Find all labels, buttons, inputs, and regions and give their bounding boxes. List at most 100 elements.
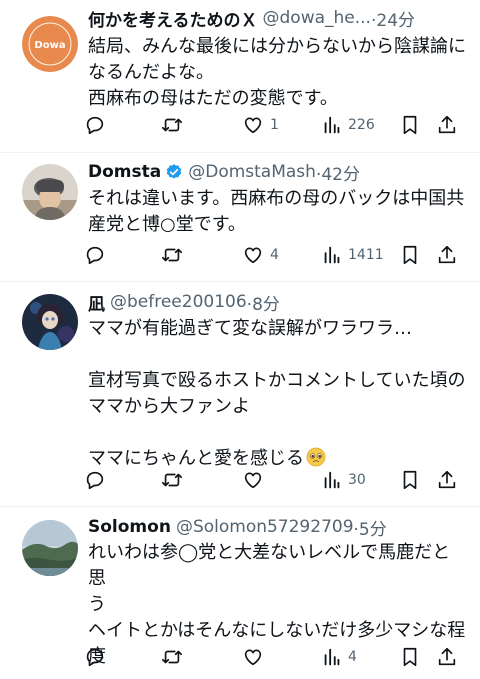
avatar[interactable]: [22, 520, 78, 576]
avatar[interactable]: [22, 164, 78, 220]
tweet-text: 結局、みんな最後には分からないから陰謀論に なるんだよな。 西麻布の母はただの変…: [88, 34, 466, 112]
share-icon: [438, 115, 456, 134]
reply-button[interactable]: [84, 644, 112, 670]
like-button[interactable]: 4: [242, 242, 279, 268]
repost-button[interactable]: [160, 644, 190, 670]
tweet-header: Solomon @Solomon57292709 ·5分: [88, 515, 468, 539]
view-count: 1411: [348, 247, 384, 263]
tweet-header: 何かを考えるためのＸ @dowa_he... ·24分: [88, 6, 468, 30]
reply-icon: [86, 471, 104, 490]
heart-icon: [244, 649, 262, 666]
tweet-header: 凪 @befree200106 ·8分: [88, 290, 468, 314]
views-button[interactable]: 226: [322, 112, 375, 138]
display-name[interactable]: Solomon: [88, 517, 171, 537]
like-button[interactable]: 1: [242, 112, 279, 138]
tweet-line: ママにちゃんと愛を感じる: [88, 448, 304, 469]
bookmark-button[interactable]: [400, 112, 420, 138]
user-handle[interactable]: @DomstaMash: [188, 162, 316, 182]
divider: [0, 506, 480, 507]
timestamp[interactable]: ·8分: [247, 290, 280, 315]
avatar-logo-text: Dowa: [34, 40, 65, 51]
share-button[interactable]: [436, 242, 458, 268]
display-name[interactable]: 何かを考えるためのＸ: [88, 6, 258, 31]
views-icon: [324, 116, 340, 134]
tweet-line: なるんだよな。: [88, 62, 214, 83]
views-button[interactable]: 4: [322, 644, 357, 670]
tweet-text: それは違います。西麻布の母のバックは中国共 産党と博○堂です。: [88, 186, 466, 238]
divider: [0, 152, 480, 153]
tweet-actions: 4 1411: [84, 242, 464, 268]
repost-icon: [162, 473, 182, 487]
tweet-line: ママが有能過ぎて変な誤解がワラワラ…: [88, 318, 412, 339]
views-button[interactable]: 1411: [322, 242, 384, 268]
display-name[interactable]: Domsta: [88, 162, 161, 182]
reply-icon: [86, 116, 104, 135]
display-name[interactable]: 凪: [88, 290, 105, 315]
timestamp[interactable]: ·42分: [316, 160, 360, 185]
view-count: 4: [348, 649, 357, 665]
verified-badge-icon: [166, 164, 182, 179]
like-button[interactable]: [242, 644, 270, 670]
tweet-line: それは違います。西麻布の母のバックは中国共: [88, 188, 465, 209]
repost-icon: [162, 650, 182, 664]
tweet-actions: 30: [84, 467, 464, 493]
views-icon: [324, 246, 340, 264]
timeline-feed: Dowa 何かを考えるためのＸ @dowa_he... ·24分 結局、みんな最…: [0, 0, 480, 679]
tweet-line: ヘイトとかはそんなにしないだけ多少マシな程: [88, 620, 466, 641]
heart-icon: [244, 472, 262, 489]
tweet-line: 西麻布の母はただの変態です。: [88, 88, 338, 109]
divider: [0, 281, 480, 282]
like-button[interactable]: [242, 467, 270, 493]
reply-button[interactable]: [84, 467, 112, 493]
tweet-actions: 4: [84, 644, 464, 670]
tweet-line: 結局、みんな最後には分からないから陰謀論に: [88, 36, 466, 57]
bookmark-icon: [403, 647, 417, 667]
share-button[interactable]: [436, 467, 458, 493]
views-icon: [324, 471, 340, 489]
tweet-line: 産党と博○堂です。: [88, 214, 246, 235]
heart-icon: [244, 247, 262, 264]
repost-button[interactable]: [160, 242, 190, 268]
share-button[interactable]: [436, 112, 458, 138]
share-button[interactable]: [436, 644, 458, 670]
bookmark-button[interactable]: [400, 644, 420, 670]
like-count: 4: [270, 247, 279, 263]
tweet-line: 宣材写真で殴るホストかコメントしていた頃の: [88, 370, 466, 391]
user-handle[interactable]: @befree200106: [110, 292, 247, 312]
tweet-line: ママから大ファンよ: [88, 396, 250, 417]
share-icon: [438, 245, 456, 264]
timestamp[interactable]: ·24分: [371, 6, 415, 31]
repost-button[interactable]: [160, 467, 190, 493]
tweet-actions: 1 226: [84, 112, 464, 138]
avatar[interactable]: Dowa: [22, 16, 78, 72]
views-button[interactable]: 30: [322, 467, 366, 493]
reply-button[interactable]: [84, 112, 112, 138]
repost-icon: [162, 118, 182, 132]
reply-icon: [86, 648, 104, 667]
bookmark-icon: [403, 470, 417, 490]
pleading-face-emoji: [306, 447, 326, 467]
share-icon: [438, 470, 456, 489]
view-count: 30: [348, 472, 366, 488]
tweet-header: Domsta @DomstaMash ·42分: [88, 160, 468, 184]
view-count: 226: [348, 117, 375, 133]
bookmark-icon: [403, 245, 417, 265]
repost-icon: [162, 248, 182, 262]
bookmark-button[interactable]: [400, 467, 420, 493]
like-count: 1: [270, 117, 279, 133]
bookmark-button[interactable]: [400, 242, 420, 268]
heart-icon: [244, 117, 262, 134]
bookmark-icon: [403, 115, 417, 135]
tweet-text: ママが有能過ぎて変な誤解がワラワラ… 宣材写真で殴るホストかコメントしていた頃の…: [88, 316, 466, 472]
reply-button[interactable]: [84, 242, 112, 268]
timestamp[interactable]: ·5分: [354, 515, 387, 540]
repost-button[interactable]: [160, 112, 190, 138]
avatar[interactable]: [22, 294, 78, 350]
user-handle[interactable]: @dowa_he...: [263, 8, 371, 28]
tweet-line: う: [88, 594, 106, 615]
share-icon: [438, 647, 456, 666]
user-handle[interactable]: @Solomon57292709: [176, 517, 354, 537]
reply-icon: [86, 246, 104, 265]
